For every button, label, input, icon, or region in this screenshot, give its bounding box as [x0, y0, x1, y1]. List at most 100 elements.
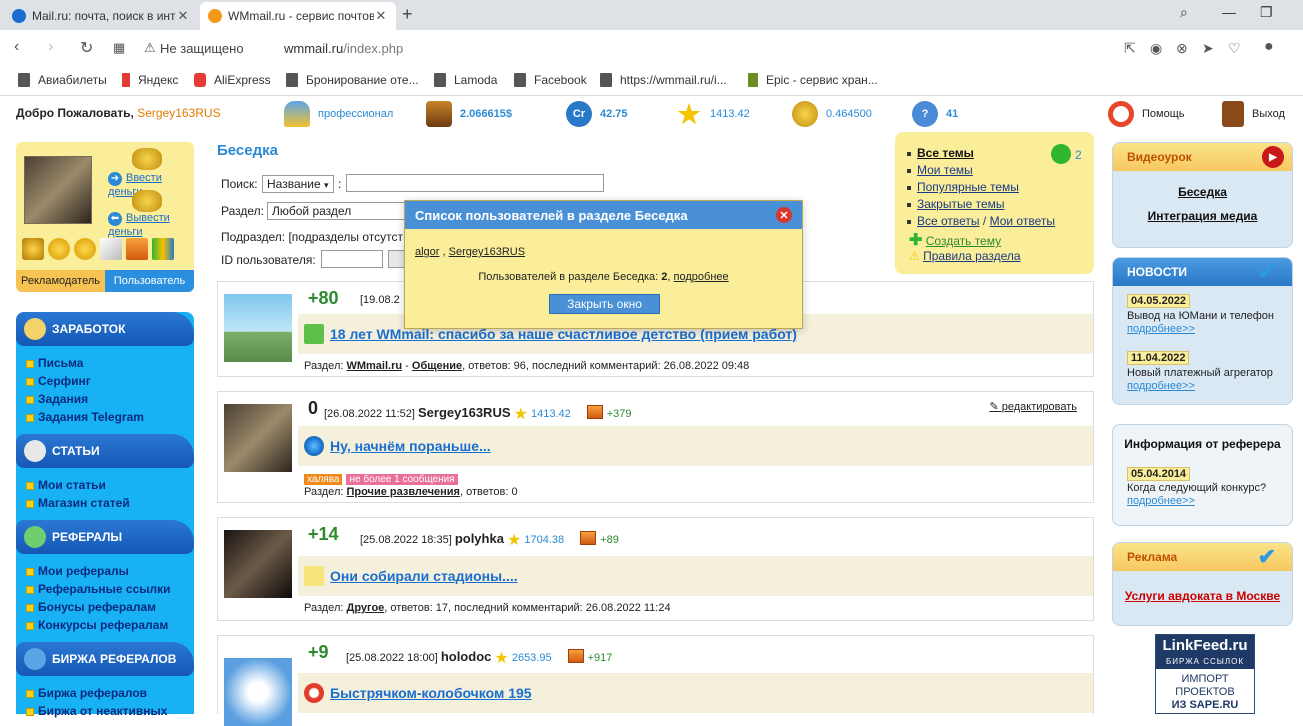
userid-input[interactable] — [321, 250, 383, 268]
back-icon[interactable]: ‹ — [14, 38, 19, 56]
search-type-select[interactable]: Название ▾ — [262, 175, 334, 193]
link-answers[interactable]: Все ответы / Мои ответы — [907, 214, 1055, 228]
help-link[interactable]: Помощь — [1108, 101, 1185, 127]
search-input[interactable] — [346, 174, 604, 192]
heart-icon[interactable]: ♡ — [1228, 40, 1241, 57]
forward-icon[interactable]: › — [48, 38, 53, 56]
search-tabs-icon[interactable]: ⌕ — [1180, 4, 1188, 21]
section-articles[interactable]: СТАТЬИ — [16, 434, 194, 468]
news-more-link[interactable]: подробнее>> — [1127, 380, 1195, 392]
close-icon[interactable]: ✕ — [776, 207, 792, 223]
nav-my-articles[interactable]: Мои статьи — [26, 478, 106, 492]
bookmark-item[interactable]: AliExpress — [194, 73, 271, 87]
link-closed-themes[interactable]: Закрытые темы — [907, 197, 1005, 211]
close-tab-icon[interactable]: ✕ — [176, 8, 190, 24]
link-popular-themes[interactable]: Популярные темы — [907, 180, 1019, 194]
link-my-themes[interactable]: Мои темы — [907, 163, 973, 177]
close-window-button[interactable]: Закрыть окно — [549, 294, 660, 314]
nav-article-shop[interactable]: Магазин статей — [26, 496, 130, 510]
video-link-media[interactable]: Интеграция медиа — [1113, 209, 1292, 223]
topic-title-link[interactable]: Быстрячком-колобочком 195 — [330, 685, 532, 701]
author-link[interactable]: Sergey163RUS — [418, 405, 511, 420]
tab-wmmail[interactable]: WMmail.ru - сервис почтовых ✕ — [200, 2, 396, 30]
questions-stat[interactable]: ? 41 — [912, 101, 958, 127]
bookmark-item[interactable]: https://wmmail.ru/i... — [600, 73, 727, 87]
section-link[interactable]: WMmail.ru — [346, 360, 402, 372]
nav-referral-exchange[interactable]: Биржа рефералов — [26, 686, 147, 700]
minimize-icon[interactable]: — — [1222, 4, 1236, 20]
coins-stat[interactable]: 0.464500 — [792, 101, 872, 127]
topic-thumbnail[interactable] — [224, 530, 292, 598]
credits-stat[interactable]: Cr 42.75 — [566, 101, 628, 127]
bookmark-item[interactable]: Яндекс — [122, 73, 178, 87]
insecure-label[interactable]: Не защищено — [160, 41, 244, 56]
share-icon[interactable]: ⇱ — [1124, 40, 1136, 57]
level-stat[interactable]: профессионал — [284, 101, 393, 127]
author-link[interactable]: holodoc — [441, 649, 492, 664]
nav-referral-bonuses[interactable]: Бонусы рефералам — [26, 600, 156, 614]
news-more-link[interactable]: подробнее>> — [1127, 323, 1195, 335]
exit-link[interactable]: Выход — [1222, 101, 1285, 127]
bookmark-item[interactable]: Авиабилеты — [18, 73, 107, 87]
profile-icon[interactable]: ● — [1264, 38, 1274, 56]
new-tab-button[interactable]: + — [402, 4, 413, 25]
edit-link[interactable]: ✎ редактировать — [989, 400, 1077, 413]
nav-exchange-inactive[interactable]: Биржа от неактивных — [26, 704, 167, 718]
camera-icon[interactable]: ◉ — [1150, 40, 1162, 57]
tab-mailru[interactable]: Mail.ru: почта, поиск в инте ✕ — [4, 2, 198, 30]
section-link[interactable]: Другое — [346, 602, 384, 614]
block-icon[interactable]: ⊗ — [1176, 40, 1188, 57]
chest-badge-icon[interactable] — [126, 238, 148, 260]
topic-thumbnail[interactable] — [224, 294, 292, 362]
author-link[interactable]: polyhka — [455, 531, 504, 546]
grid-icon[interactable]: ▦ — [113, 40, 125, 56]
bookmark-item[interactable]: Бронирование оте... — [286, 73, 419, 87]
nav-referral-contests[interactable]: Конкурсы рефералам — [26, 618, 168, 632]
section-earnings[interactable]: ЗАРАБОТОК — [16, 312, 194, 346]
topic-title-link[interactable]: Ну, начнём пораньше... — [330, 438, 491, 454]
user-link[interactable]: algor — [415, 246, 439, 258]
section-select[interactable]: Любой раздел — [267, 202, 407, 220]
warning-icon[interactable]: ⚠ — [144, 40, 156, 56]
music-badge-icon[interactable] — [22, 238, 44, 260]
nav-surfing[interactable]: Серфинг — [26, 374, 91, 388]
nav-referral-links[interactable]: Реферальные ссылки — [26, 582, 171, 596]
link-my-answers[interactable]: Мои ответы — [990, 214, 1055, 228]
avatar[interactable] — [24, 156, 92, 224]
link-create-theme[interactable]: ✚ Создать тему — [909, 230, 1001, 250]
nav-tasks-telegram[interactable]: Задания Telegram — [26, 410, 144, 424]
section-referrals[interactable]: РЕФЕРАЛЫ — [16, 520, 194, 554]
linkfeed-banner[interactable]: LinkFeed.ru БИРЖА ССЫЛОК ИМПОРТ ПРОЕКТОВ И… — [1155, 634, 1255, 714]
reload-icon[interactable]: ↻ — [80, 38, 93, 58]
bookmark-item[interactable]: Lamoda — [434, 73, 497, 87]
section-referral-exchange[interactable]: БИРЖА РЕФЕРАЛОВ — [16, 642, 194, 676]
close-tab-icon[interactable]: ✕ — [374, 8, 388, 24]
bookmark-item[interactable]: Epic - сервис хран... — [748, 73, 878, 87]
nav-my-referrals[interactable]: Мои рефералы — [26, 564, 129, 578]
pencil-badge-icon[interactable] — [100, 238, 122, 260]
send-icon[interactable]: ➤ — [1202, 40, 1214, 57]
more-link[interactable]: подробнее — [674, 271, 729, 283]
nav-letters[interactable]: Письма — [26, 356, 83, 370]
clover-count[interactable]: 2 — [1075, 148, 1082, 162]
ad-link[interactable]: Услуги авдоката в Москве — [1113, 589, 1292, 603]
video-link-besedka[interactable]: Беседка — [1113, 185, 1292, 199]
medal-icon[interactable] — [48, 238, 70, 260]
play-icon[interactable]: ▶ — [1262, 146, 1284, 168]
referrer-more-link[interactable]: подробнее>> — [1127, 495, 1195, 507]
link-all-themes[interactable]: Все темы — [907, 146, 974, 160]
topic-thumbnail[interactable] — [224, 404, 292, 472]
balance-stat[interactable]: 2.066615$ — [426, 101, 512, 127]
link-all-answers[interactable]: Все ответы — [917, 214, 980, 228]
restore-icon[interactable]: ❐ — [1260, 4, 1273, 21]
withdraw-link[interactable]: ⬅ Вывести деньги — [108, 212, 194, 238]
rating-stat[interactable]: ★ 1413.42 — [676, 99, 749, 129]
link-rules[interactable]: ⚠ Правила раздела — [909, 249, 1021, 263]
user-link[interactable]: Sergey163RUS — [449, 246, 525, 258]
section-link[interactable]: Прочие развлечения — [346, 486, 459, 498]
topic-thumbnail[interactable] — [224, 658, 292, 726]
nav-tasks[interactable]: Задания — [26, 392, 88, 406]
topic-title-link[interactable]: Они собирали стадионы.... — [330, 568, 518, 584]
tab-user[interactable]: Пользователь — [105, 270, 194, 292]
tab-advertiser[interactable]: Рекламодатель — [16, 270, 105, 292]
